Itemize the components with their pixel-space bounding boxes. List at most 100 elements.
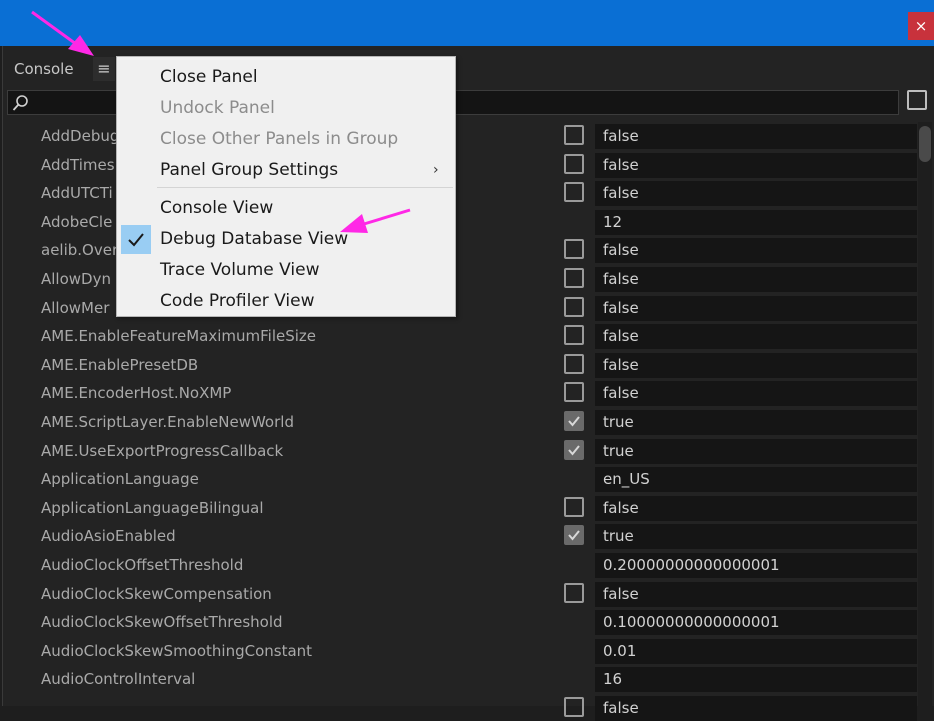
setting-name: AllowMer: [41, 298, 110, 317]
setting-value-field[interactable]: false: [595, 295, 917, 321]
window-titlebar: ×: [0, 0, 934, 46]
setting-checkbox[interactable]: [564, 353, 584, 374]
menu-item-close-other-panels-in-group[interactable]: Close Other Panels in Group: [117, 124, 455, 155]
setting-value-field[interactable]: false: [595, 181, 917, 207]
filter-toggle-checkbox[interactable]: [907, 90, 927, 110]
setting-name: aelib.Over: [41, 241, 119, 260]
setting-checkbox[interactable]: [564, 697, 584, 717]
setting-value-field[interactable]: 0.20000000000000001: [595, 553, 917, 578]
menu-item-label: Code Profiler View: [160, 291, 315, 311]
setting-value-field[interactable]: 16: [595, 667, 917, 693]
menu-item-label: Close Other Panels in Group: [160, 129, 399, 149]
setting-checkbox[interactable]: [564, 439, 584, 460]
table-row: ApplicationLanguageBilingual false: [7, 494, 917, 521]
setting-name: AME.EnableFeatureMaximumFileSize: [41, 327, 317, 346]
setting-value-field[interactable]: false: [595, 267, 917, 292]
setting-name: AllowDyn: [41, 270, 111, 288]
table-row: false: [7, 694, 917, 721]
setting-value-field[interactable]: false: [595, 124, 917, 149]
setting-checkbox[interactable]: [564, 125, 584, 145]
setting-name: AudioClockSkewOffsetThreshold: [41, 613, 283, 632]
menu-item-code-profiler-view[interactable]: Code Profiler View: [117, 286, 455, 317]
table-row: AME.EnablePresetDB false: [7, 351, 917, 378]
setting-name: AudioControlInterval: [41, 670, 196, 689]
menu-item-trace-volume-view[interactable]: Trace Volume View: [117, 255, 455, 286]
setting-value-field[interactable]: 0.10000000000000001: [595, 610, 917, 636]
chevron-right-icon: ›: [433, 162, 439, 178]
table-row: AudioClockSkewSmoothingConstant 0.01: [7, 637, 917, 664]
panel-context-menu: Close Panel Undock Panel Close Other Panel…: [116, 56, 456, 317]
setting-name: AdobeCle: [41, 212, 113, 231]
vertical-scrollbar[interactable]: [918, 122, 932, 706]
setting-value-field[interactable]: false: [595, 152, 917, 178]
table-row: AME.EnableFeatureMaximumFileSize false: [7, 322, 917, 350]
checkmark-icon: [121, 225, 151, 254]
setting-value-field[interactable]: true: [595, 524, 917, 550]
menu-item-label: Debug Database View: [160, 229, 349, 249]
menu-item-debug-database-view[interactable]: Debug Database View: [117, 224, 455, 255]
menu-item-undock-panel[interactable]: Undock Panel: [117, 93, 455, 124]
menu-item-label: Undock Panel: [160, 98, 275, 118]
menu-item-panel-group-settings[interactable]: Panel Group Settings ›: [117, 155, 455, 186]
setting-name: AddTimes: [41, 155, 115, 174]
menu-item-label: Panel Group Settings: [160, 160, 339, 180]
setting-name: ApplicationLanguageBilingual: [41, 498, 264, 517]
setting-name: AME.EnablePresetDB: [41, 355, 199, 374]
setting-value-field[interactable]: 12: [595, 209, 917, 235]
setting-value-field[interactable]: false: [595, 581, 917, 607]
menu-item-label: Trace Volume View: [160, 260, 320, 280]
setting-checkbox[interactable]: [564, 325, 584, 346]
setting-checkbox[interactable]: [564, 496, 584, 517]
table-row: AME.UseExportProgressCallback true: [7, 437, 917, 464]
panel-menu-icon[interactable]: ≡: [93, 57, 115, 81]
setting-name: AME.UseExportProgressCallback: [41, 441, 284, 460]
setting-value-field[interactable]: false: [595, 352, 917, 378]
tab-console[interactable]: Console: [14, 58, 74, 80]
setting-name: AddDebug: [41, 127, 120, 145]
setting-value-field[interactable]: true: [595, 410, 917, 435]
table-row: AudioClockSkewOffsetThreshold 0.100000000…: [7, 608, 917, 636]
setting-name: ApplicationLanguage: [41, 470, 199, 489]
setting-name: AudioClockSkewSmoothingConstant: [41, 641, 313, 660]
menu-item-label: Console View: [160, 198, 274, 218]
table-row: AudioAsioEnabled true: [7, 522, 917, 550]
table-row: AudioControlInterval 16: [7, 665, 917, 693]
setting-checkbox[interactable]: [564, 296, 584, 317]
setting-checkbox[interactable]: [564, 268, 584, 288]
setting-checkbox[interactable]: [564, 153, 584, 174]
menu-item-label: Close Panel: [160, 67, 258, 87]
checkmark-icon: [568, 444, 580, 456]
setting-checkbox[interactable]: [564, 525, 584, 546]
checkmark-icon: [568, 416, 580, 427]
table-row: AME.ScriptLayer.EnableNewWorld true: [7, 408, 917, 435]
menu-item-close-panel[interactable]: Close Panel: [117, 62, 455, 93]
table-row: ApplicationLanguage en_US: [7, 465, 917, 493]
setting-value-field[interactable]: false: [595, 238, 917, 264]
setting-value-field[interactable]: true: [595, 438, 917, 464]
search-icon: [12, 95, 28, 111]
setting-name: AddUTCTi: [41, 184, 113, 203]
setting-value-field[interactable]: false: [595, 696, 917, 721]
setting-checkbox[interactable]: [564, 582, 584, 603]
close-window-button[interactable]: ×: [908, 12, 934, 40]
setting-checkbox[interactable]: [564, 382, 584, 403]
table-row: AudioClockSkewCompensation false: [7, 580, 917, 607]
setting-value-field[interactable]: en_US: [595, 467, 917, 493]
checkmark-icon: [568, 530, 580, 541]
setting-value-field[interactable]: false: [595, 324, 917, 350]
setting-name: AudioClockOffsetThreshold: [41, 556, 244, 574]
setting-value-field[interactable]: false: [595, 381, 917, 407]
setting-value-field[interactable]: 0.01: [595, 638, 917, 664]
table-row: AudioClockOffsetThreshold 0.2000000000000…: [7, 551, 917, 578]
setting-name: AudioAsioEnabled: [41, 527, 176, 546]
menu-separator: [157, 187, 453, 188]
scrollbar-thumb[interactable]: [919, 126, 931, 162]
setting-checkbox[interactable]: [564, 411, 584, 431]
setting-name: AME.ScriptLayer.EnableNewWorld: [41, 413, 294, 431]
setting-name: AudioClockSkewCompensation: [41, 584, 272, 603]
menu-item-console-view[interactable]: Console View: [117, 193, 455, 224]
setting-checkbox[interactable]: [564, 239, 584, 260]
setting-value-field[interactable]: false: [595, 495, 917, 521]
setting-checkbox[interactable]: [564, 182, 584, 203]
setting-name: AME.EncoderHost.NoXMP: [41, 384, 232, 403]
